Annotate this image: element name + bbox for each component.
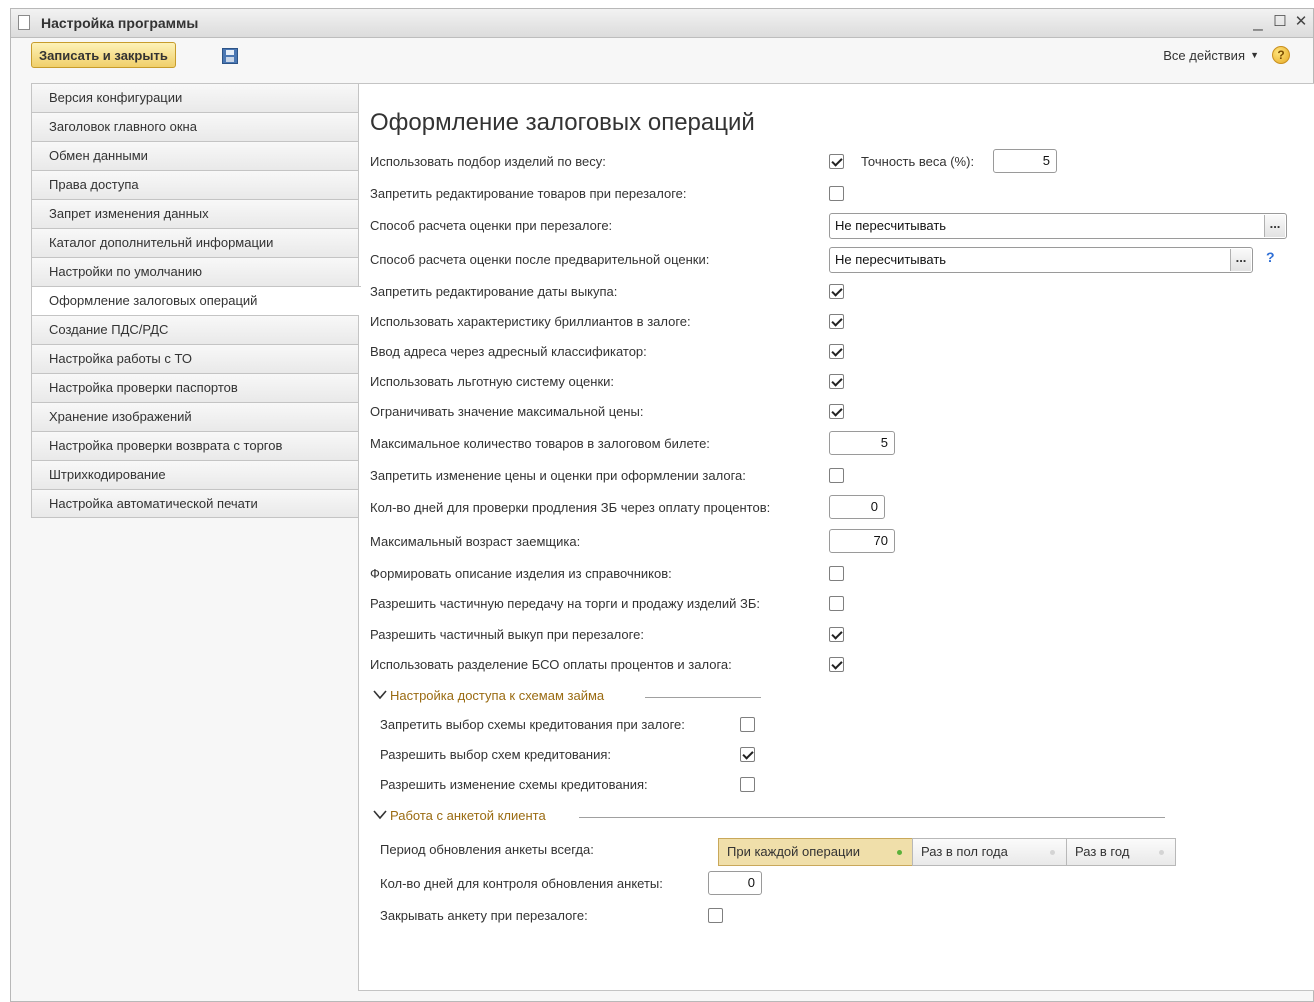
sidebar-item[interactable]: Права доступа — [31, 170, 359, 199]
period-option-label: Раз в год — [1075, 844, 1130, 859]
setting-label: Кол-во дней для проверки продления ЗБ че… — [370, 500, 771, 515]
radio-indicator-icon — [1050, 850, 1055, 855]
chevron-down-icon[interactable] — [372, 688, 388, 702]
period-option[interactable]: Раз в год — [1066, 838, 1176, 866]
title-bar: Настройка программы _ ☐ ✕ — [11, 9, 1313, 38]
sidebar-item[interactable]: Хранение изображений — [31, 402, 359, 431]
setting-label: Использовать характеристику бриллиантов … — [370, 314, 691, 329]
radio-indicator-icon — [1159, 850, 1164, 855]
help-icon[interactable]: ? — [1272, 46, 1290, 64]
weight-precision-label: Точность веса (%): — [861, 154, 975, 169]
setting-checkbox[interactable] — [829, 404, 844, 419]
setting-checkbox[interactable] — [829, 374, 844, 389]
setting-checkbox[interactable] — [829, 154, 844, 169]
group-divider — [579, 817, 1165, 818]
period-option-label: Раз в пол года — [921, 844, 1008, 859]
scheme-setting-label: Разрешить выбор схем кредитования: — [380, 747, 612, 762]
sidebar-item[interactable]: Каталог дополнительнй информации — [31, 228, 359, 257]
page-title: Оформление залоговых операций — [370, 109, 755, 136]
scheme-setting-checkbox[interactable] — [740, 747, 755, 762]
choose-button[interactable]: ... — [1230, 249, 1251, 271]
setting-checkbox[interactable] — [829, 657, 844, 672]
setting-label: Способ расчета оценки при перезалоге: — [370, 218, 613, 233]
setting-checkbox[interactable] — [829, 284, 844, 299]
sidebar-item[interactable]: Настройка проверки паспортов — [31, 373, 359, 402]
setting-label: Разрешить частичную передачу на торги и … — [370, 596, 760, 611]
setting-label: Максимальное количество товаров в залого… — [370, 436, 710, 451]
save-and-close-button[interactable]: Записать и закрыть — [31, 42, 176, 68]
setting-label: Ограничивать значение максимальной цены: — [370, 404, 644, 419]
floppy-save-icon[interactable] — [222, 48, 238, 64]
sidebar-item[interactable]: Настройка проверки возврата с торгов — [31, 431, 359, 460]
survey-period-label: Период обновления анкеты всегда: — [380, 842, 594, 857]
setting-label: Формировать описание изделия из справочн… — [370, 566, 672, 581]
sidebar-item[interactable]: Заголовок главного окна — [31, 112, 359, 141]
sidebar-item[interactable]: Обмен данными — [31, 141, 359, 170]
document-icon — [18, 15, 30, 30]
chevron-down-icon[interactable] — [372, 808, 388, 822]
close-survey-label: Закрывать анкету при перезалоге: — [380, 908, 588, 923]
help-icon[interactable]: ? — [1266, 249, 1275, 265]
setting-label: Способ расчета оценки после предваритель… — [370, 252, 710, 267]
setting-checkbox[interactable] — [829, 468, 844, 483]
group-title-loan-schemes[interactable]: Настройка доступа к схемам займа — [390, 688, 604, 703]
number-input[interactable]: 70 — [829, 529, 895, 553]
sidebar-item[interactable]: Настройки по умолчанию — [31, 257, 359, 286]
scheme-setting-label: Запретить выбор схемы кредитования при з… — [380, 717, 685, 732]
sidebar-item[interactable]: Настройка работы с ТО — [31, 344, 359, 373]
survey-days-input[interactable]: 0 — [708, 871, 762, 895]
setting-label: Использовать подбор изделий по весу: — [370, 154, 606, 169]
setting-label: Максимальный возраст заемщика: — [370, 534, 581, 549]
chevron-down-icon: ▼ — [1250, 50, 1259, 60]
setting-label: Ввод адреса через адресный классификатор… — [370, 344, 647, 359]
settings-panel: Оформление залоговых операций Использова… — [358, 83, 1314, 991]
sidebar-item[interactable]: Версия конфигурации — [31, 83, 359, 112]
setting-checkbox[interactable] — [829, 314, 844, 329]
setting-checkbox[interactable] — [829, 186, 844, 201]
period-option-label: При каждой операции — [727, 844, 860, 859]
weight-precision-input[interactable]: 5 — [993, 149, 1057, 173]
sidebar-item[interactable]: Штрихкодирование — [31, 460, 359, 489]
number-input[interactable]: 0 — [829, 495, 885, 519]
window-title: Настройка программы — [41, 15, 199, 31]
period-option[interactable]: Раз в пол года — [912, 838, 1067, 866]
setting-label: Запретить редактирование товаров при пер… — [370, 186, 687, 201]
sidebar-item[interactable]: Настройка автоматической печати — [31, 489, 359, 518]
radio-indicator-icon — [897, 850, 902, 855]
setting-checkbox[interactable] — [829, 596, 844, 611]
setting-label: Использовать льготную систему оценки: — [370, 374, 615, 389]
number-input[interactable]: 5 — [829, 431, 895, 455]
choose-button[interactable]: ... — [1264, 215, 1285, 237]
group-divider — [645, 697, 761, 698]
scheme-setting-checkbox[interactable] — [740, 777, 755, 792]
period-option[interactable]: При каждой операции — [718, 838, 913, 866]
calculation-method-select[interactable]: Не пересчитывать... — [829, 247, 1253, 273]
survey-days-label: Кол-во дней для контроля обновления анке… — [380, 876, 663, 891]
scheme-setting-checkbox[interactable] — [740, 717, 755, 732]
setting-label: Запретить изменение цены и оценки при оф… — [370, 468, 746, 483]
setting-label: Использовать разделение БСО оплаты проце… — [370, 657, 732, 672]
scheme-setting-label: Разрешить изменение схемы кредитования: — [380, 777, 648, 792]
close-survey-checkbox[interactable] — [708, 908, 723, 923]
toolbar: Записать и закрыть Все действия ▼ ? — [11, 37, 1313, 73]
all-actions-menu[interactable]: Все действия — [1163, 48, 1245, 63]
maximize-button[interactable]: ☐ — [1271, 12, 1289, 32]
sidebar-item[interactable]: Создание ПДС/РДС — [31, 315, 359, 344]
close-button[interactable]: ✕ — [1292, 12, 1310, 32]
calculation-method-select[interactable]: Не пересчитывать... — [829, 213, 1287, 239]
setting-label: Запретить редактирование даты выкупа: — [370, 284, 618, 299]
sidebar-item[interactable]: Запрет изменения данных — [31, 199, 359, 228]
setting-checkbox[interactable] — [829, 627, 844, 642]
settings-window: Настройка программы _ ☐ ✕ Записать и зак… — [10, 8, 1314, 1002]
sidebar-item[interactable]: Оформление залоговых операций — [31, 286, 361, 315]
setting-checkbox[interactable] — [829, 344, 844, 359]
group-title-client-survey[interactable]: Работа с анкетой клиента — [390, 808, 546, 823]
setting-label: Разрешить частичный выкуп при перезалоге… — [370, 627, 644, 642]
setting-checkbox[interactable] — [829, 566, 844, 581]
settings-sections-list: Версия конфигурации Заголовок главного ок… — [31, 83, 361, 518]
minimize-button[interactable]: _ — [1249, 12, 1267, 32]
